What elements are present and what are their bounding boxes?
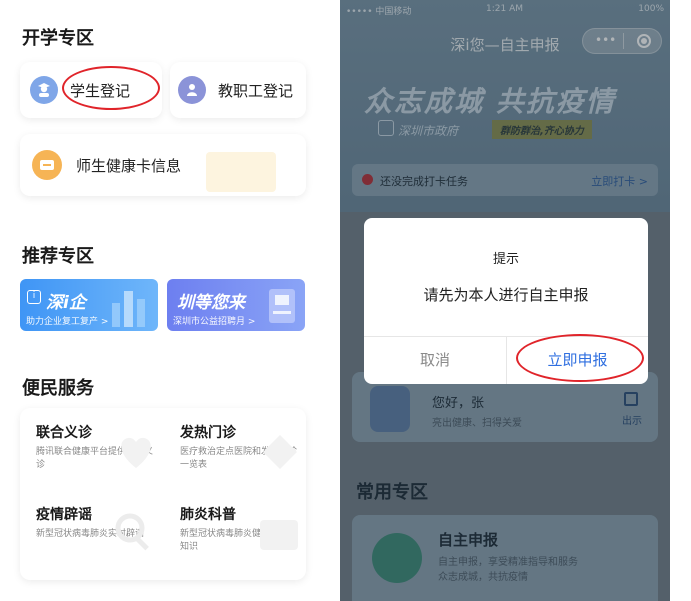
medical-cross-icon [263, 435, 297, 469]
red-annotation-circle [516, 334, 644, 382]
red-annotation-circle [62, 66, 160, 110]
health-card-decoration [206, 152, 276, 192]
banner1-subtitle: 助力企业复工复产 > [26, 317, 109, 327]
school-section-title: 开学专区 [22, 28, 94, 49]
heart-icon [121, 437, 151, 468]
left-screen: 开学专区 学生登记 教职工登记 师生健康卡信息 推荐专区 i 深i企 助力企业复… [0, 0, 330, 601]
right-screen: ••••• 中国移动 1:21 AM 100% 深i您—自主申报 ••• 众志成… [340, 0, 670, 601]
service-title: 疫情辟谣 [36, 507, 92, 523]
magnifier-icon [115, 513, 149, 551]
shen-logo-icon: i [27, 290, 41, 304]
service-title: 发热门诊 [180, 425, 236, 441]
staff-register-card[interactable]: 教职工登记 [170, 62, 306, 118]
services-card: 联合义诊 腾讯联合健康平台提供在线义诊 发热门诊 医疗救治定点医院和发热门诊一览… [20, 408, 306, 580]
cancel-button[interactable]: 取消 [364, 336, 506, 384]
city-buildings-icon [112, 291, 145, 327]
zhen-deng-ni-lai-banner[interactable]: 圳等您来 深圳市公益招聘月 > [167, 279, 305, 331]
dialog-title: 提示 [492, 252, 519, 267]
health-card-label: 师生健康卡信息 [76, 157, 182, 175]
services-section-title: 便民服务 [22, 378, 94, 399]
staff-register-label: 教职工登记 [218, 82, 294, 100]
banner2-title: 圳等您来 [177, 293, 245, 313]
student-cap-icon [30, 76, 58, 104]
staff-person-icon [178, 76, 206, 104]
service-title: 联合义诊 [36, 425, 92, 441]
service-title: 肺炎科普 [180, 507, 236, 523]
resume-doc-icon [269, 289, 295, 323]
banner2-subtitle: 深圳市公益招聘月 > [173, 317, 256, 327]
recommend-section-title: 推荐专区 [22, 246, 94, 267]
banner1-title: 深i企 [46, 293, 86, 313]
book-icon [260, 520, 298, 550]
shen-i-qi-banner[interactable]: i 深i企 助力企业复工复产 > [20, 279, 158, 331]
dialog-message: 请先为本人进行自主申报 [423, 286, 589, 304]
id-card-icon [32, 150, 62, 180]
health-card-info[interactable]: 师生健康卡信息 [20, 134, 306, 196]
